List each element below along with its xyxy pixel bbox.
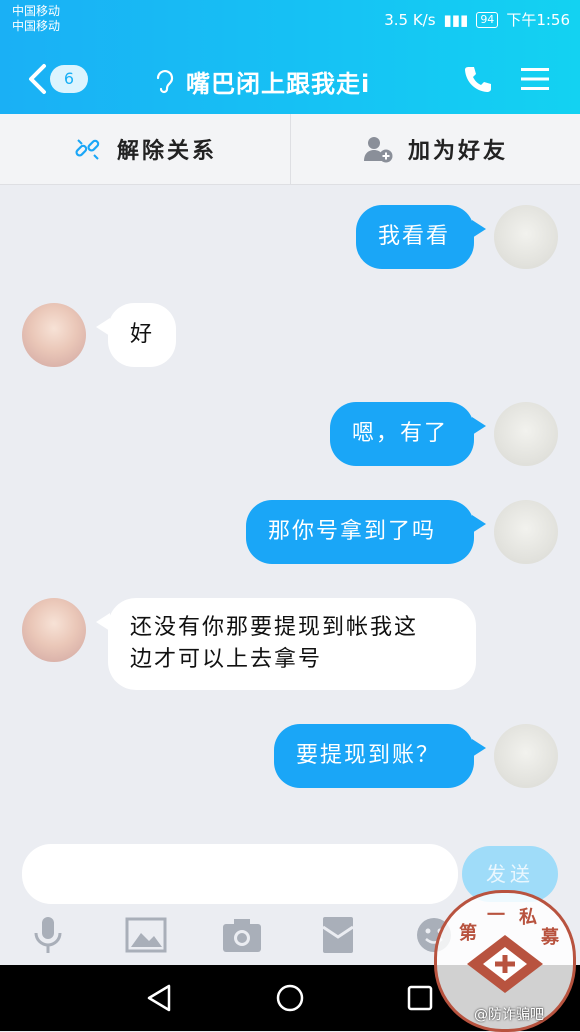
carrier-1: 中国移动	[12, 4, 61, 18]
my-avatar[interactable]	[494, 724, 558, 788]
ear-icon	[156, 70, 174, 94]
message-bubble[interactable]: 好	[108, 303, 176, 367]
image-icon[interactable]	[124, 915, 168, 955]
my-avatar[interactable]	[494, 402, 558, 466]
nav-home-icon[interactable]	[273, 981, 307, 1015]
bubble-tail	[96, 613, 110, 631]
clock: 下午1:56	[506, 11, 570, 29]
relationship-action-bar: 解除关系 加为好友	[0, 114, 580, 185]
red-packet-icon[interactable]	[316, 915, 360, 955]
message-bubble[interactable]: 还没有你那要提现到帐我这 边才可以上去拿号	[108, 598, 476, 690]
message-bubble[interactable]: 要提现到账？	[274, 724, 474, 788]
carrier-info: 中国移动 中国移动	[12, 4, 60, 34]
watermark-char: 一	[487, 905, 505, 926]
signal-icon: ▮▮▮	[443, 10, 469, 29]
microphone-icon[interactable]	[26, 915, 70, 955]
camera-icon[interactable]	[220, 915, 264, 955]
bubble-tail	[472, 417, 486, 435]
message-bubble[interactable]: 嗯，有了	[330, 402, 474, 466]
my-avatar[interactable]	[494, 205, 558, 269]
menu-icon[interactable]	[520, 66, 550, 92]
app-header: 中国移动 中国移动 3.5 K/s ▮▮▮ 94 下午1:56 6 嘴巴闭上跟我…	[0, 0, 580, 114]
status-right: 3.5 K/s ▮▮▮ 94 下午1:56	[384, 9, 570, 30]
bubble-tail	[472, 515, 486, 533]
status-bar: 中国移动 中国移动 3.5 K/s ▮▮▮ 94 下午1:56	[0, 0, 580, 40]
message-line-2: 边才可以上去拿号	[130, 647, 323, 672]
contact-avatar[interactable]	[22, 303, 86, 367]
message-bubble[interactable]: 我看看	[356, 205, 474, 269]
watermark-char: 私	[519, 907, 537, 928]
carrier-2: 中国移动	[12, 19, 61, 33]
network-speed: 3.5 K/s	[384, 10, 436, 29]
bubble-tail	[472, 739, 486, 757]
phone-icon[interactable]	[462, 64, 492, 94]
bubble-tail	[96, 318, 110, 336]
add-friend-label: 加为好友	[407, 139, 508, 164]
nav-recents-icon[interactable]	[403, 981, 437, 1015]
broken-link-icon	[75, 139, 100, 160]
unbind-label: 解除关系	[116, 139, 217, 164]
unread-badge[interactable]: 6	[50, 65, 88, 93]
nav-back-icon[interactable]	[143, 981, 177, 1015]
watermark-caption: @防诈骗吧	[474, 1007, 544, 1023]
add-friend-button[interactable]: 加为好友	[290, 114, 580, 184]
chat-title: 嘴巴闭上跟我走i	[186, 70, 371, 98]
bubble-tail	[472, 220, 486, 238]
add-person-icon	[363, 137, 393, 163]
contact-avatar[interactable]	[22, 598, 86, 662]
watermark-logo	[467, 935, 543, 993]
message-bubble[interactable]: 那你号拿到了吗	[246, 500, 474, 564]
unbind-button[interactable]: 解除关系	[0, 114, 291, 184]
message-input[interactable]	[22, 844, 458, 904]
battery-level: 94	[476, 11, 499, 28]
my-avatar[interactable]	[494, 500, 558, 564]
message-line-1: 还没有你那要提现到帐我这	[130, 615, 419, 640]
